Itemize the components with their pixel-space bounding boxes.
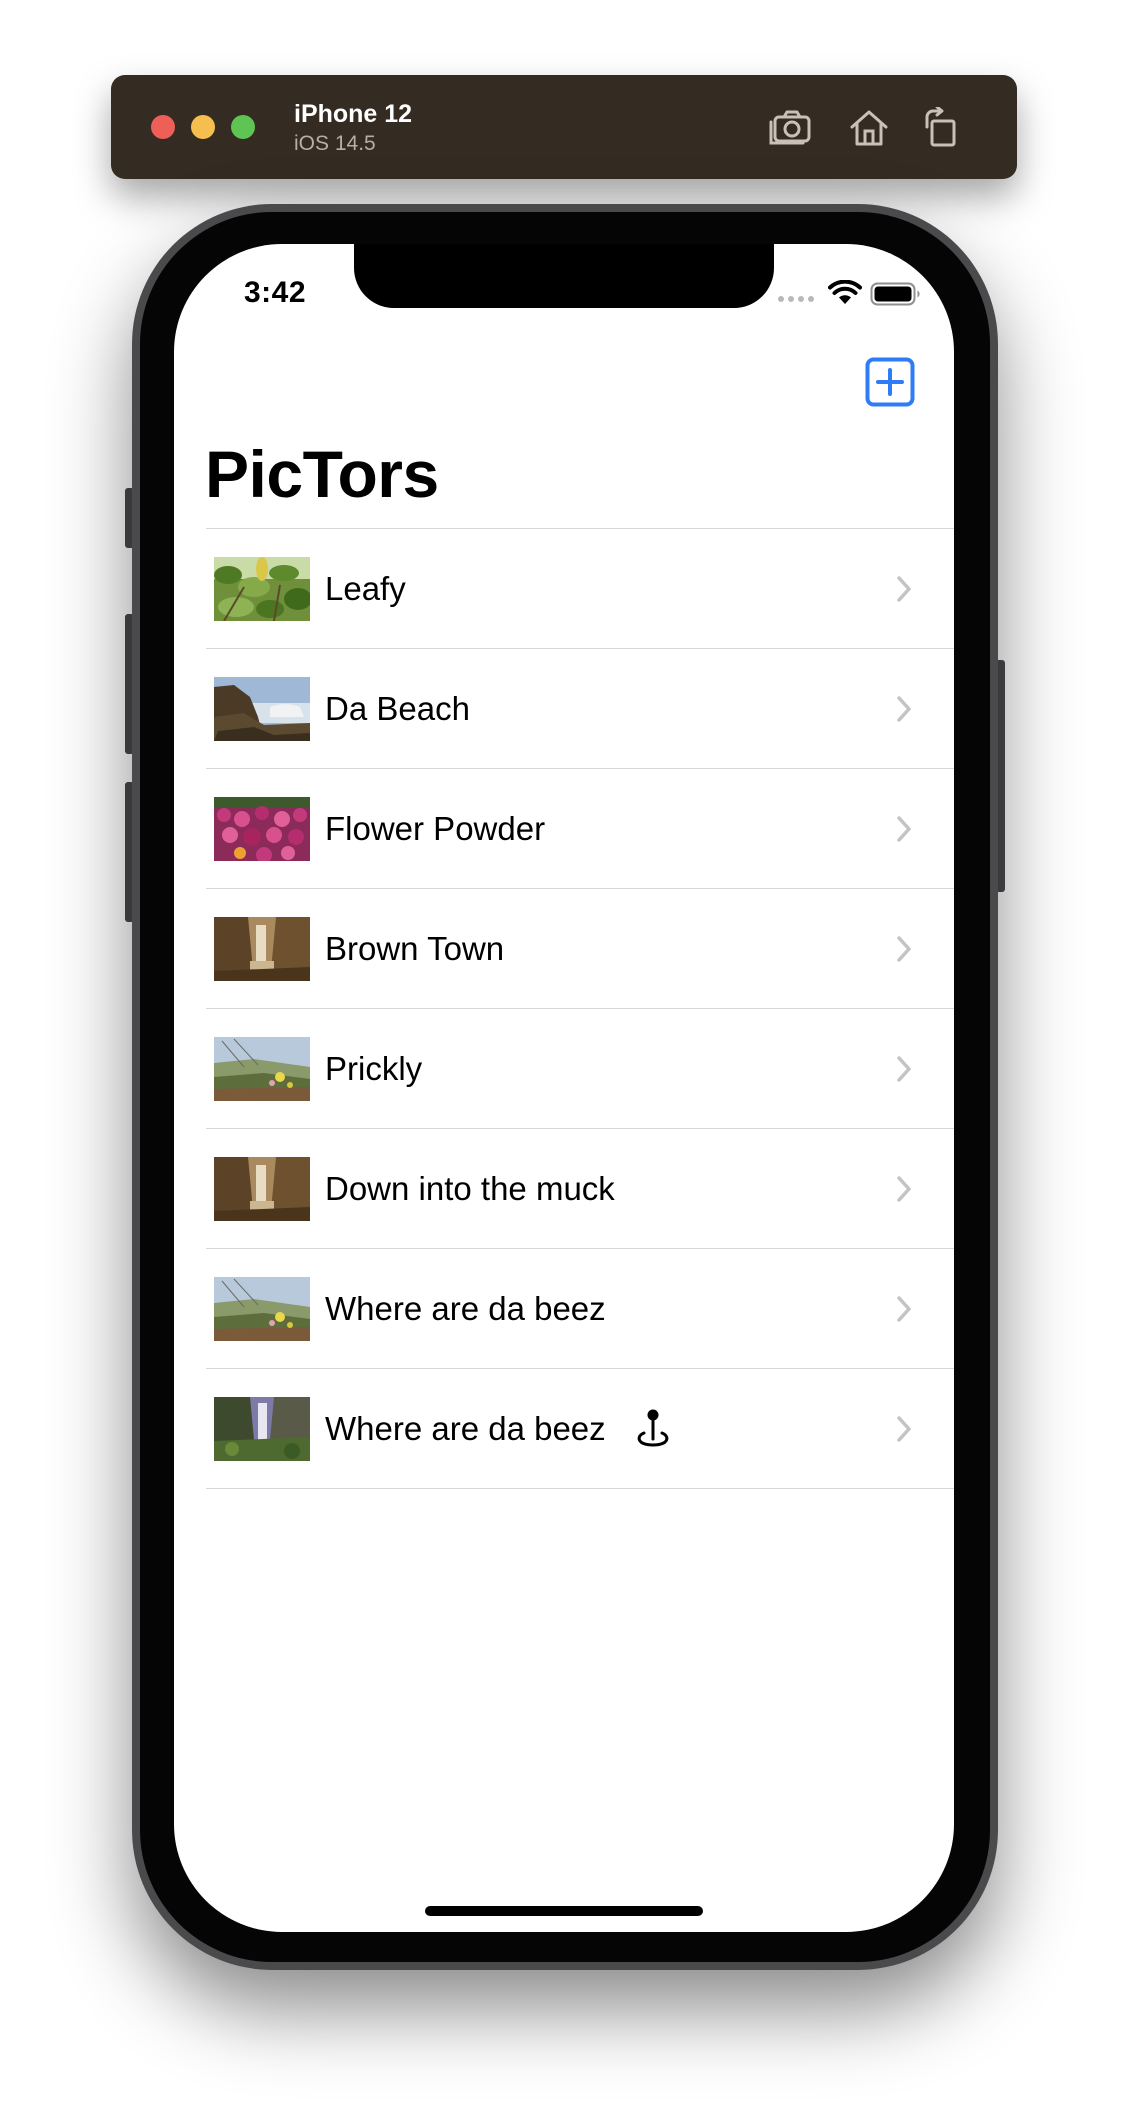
chevron-right-icon [897, 1176, 911, 1202]
photo-title: Prickly [325, 1050, 423, 1087]
os-version: iOS 14.5 [294, 132, 376, 155]
map-pin-icon [637, 1409, 669, 1447]
rotate-icon [925, 107, 956, 147]
simulator-toolbar: iPhone 12 iOS 14.5 [111, 75, 1017, 179]
photo-thumbnail [214, 1037, 310, 1101]
list-item[interactable]: Flower Powder [206, 769, 954, 889]
photo-title: Where are da beez [325, 1410, 606, 1447]
list-item[interactable]: Da Beach [206, 649, 954, 769]
photo-thumbnail [214, 917, 310, 981]
photo-thumbnail [214, 557, 310, 621]
rotate-button[interactable] [919, 105, 965, 151]
photo-thumbnail [214, 1397, 310, 1461]
status-time: 3:42 [244, 276, 307, 309]
list-item[interactable]: Brown Town [206, 889, 954, 1009]
photo-title: Brown Town [325, 930, 505, 967]
minimize-window-button[interactable] [191, 115, 215, 139]
chevron-right-icon [897, 1416, 911, 1442]
chevron-right-icon [897, 936, 911, 962]
status-icons [778, 280, 928, 308]
plus-square-icon [865, 357, 915, 407]
photo-title: Da Beach [325, 690, 470, 727]
simulator-window: iPhone 12 iOS 14.5 3:42 PicTors Leafy Da… [0, 0, 1128, 2124]
list-item[interactable]: Leafy [206, 529, 954, 649]
photo-thumbnail [214, 1277, 310, 1341]
photo-title: Down into the muck [325, 1170, 615, 1207]
photo-title: Where are da beez [325, 1290, 606, 1327]
notch [354, 244, 774, 308]
home-indicator[interactable] [425, 1906, 703, 1916]
photo-thumbnail [214, 797, 310, 861]
list-item[interactable]: Down into the muck [206, 1129, 954, 1249]
list-item[interactable]: Prickly [206, 1009, 954, 1129]
chevron-right-icon [897, 696, 911, 722]
close-window-button[interactable] [151, 115, 175, 139]
camera-icon [769, 110, 811, 145]
photo-title: Flower Powder [325, 810, 546, 847]
chevron-right-icon [897, 816, 911, 842]
chevron-right-icon [897, 576, 911, 602]
photo-list: Leafy Da Beach Flower Powder Brown Town … [206, 528, 954, 1489]
phone-screen: 3:42 PicTors Leafy Da Beach Flower Powde… [174, 244, 954, 1932]
photo-thumbnail [214, 677, 310, 741]
photo-title: Leafy [325, 570, 406, 607]
chevron-right-icon [897, 1296, 911, 1322]
page-title: PicTors [205, 437, 439, 511]
home-button[interactable] [846, 105, 892, 151]
cellular-signal-icon [778, 296, 814, 302]
wifi-icon [828, 280, 862, 304]
zoom-window-button[interactable] [231, 115, 255, 139]
chevron-right-icon [897, 1056, 911, 1082]
list-item[interactable]: Where are da beez [206, 1249, 954, 1369]
list-item[interactable]: Where are da beez [206, 1369, 954, 1489]
screenshot-button[interactable] [768, 105, 814, 151]
add-photo-button[interactable] [865, 357, 915, 407]
photo-thumbnail [214, 1157, 310, 1221]
device-name: iPhone 12 [294, 100, 413, 128]
home-icon [850, 110, 888, 146]
battery-icon [870, 282, 920, 306]
